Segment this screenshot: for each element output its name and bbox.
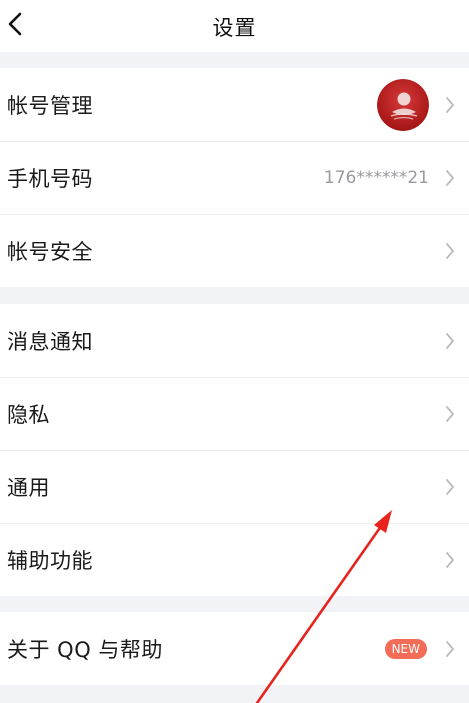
settings-item-privacy[interactable]: 隐私 [0, 377, 469, 450]
settings-item-label: 帐号管理 [7, 93, 93, 118]
settings-item-notifications[interactable]: 消息通知 [0, 304, 469, 377]
settings-item-phone-number[interactable]: 手机号码 176******21 [0, 141, 469, 214]
settings-item-accessibility[interactable]: 辅助功能 [0, 523, 469, 596]
chevron-right-icon [445, 478, 455, 496]
settings-item-about-qq-help[interactable]: 关于 QQ 与帮助 NEW [0, 612, 469, 685]
chevron-right-icon [445, 242, 455, 260]
new-badge: NEW [384, 638, 427, 659]
settings-item-label: 辅助功能 [7, 548, 93, 573]
avatar [377, 78, 429, 131]
chevron-right-icon [445, 332, 455, 350]
chevron-right-icon [445, 96, 455, 114]
settings-item-account-management[interactable]: 帐号管理 [0, 68, 469, 141]
chevron-right-icon [445, 169, 455, 187]
phone-number-value: 176******21 [323, 167, 429, 188]
settings-item-label: 消息通知 [7, 329, 93, 354]
settings-item-label: 关于 QQ 与帮助 [7, 637, 163, 662]
settings-item-label: 隐私 [7, 402, 50, 427]
chevron-right-icon [445, 405, 455, 423]
chevron-right-icon [445, 640, 455, 658]
settings-item-general[interactable]: 通用 [0, 450, 469, 523]
settings-item-label: 帐号安全 [7, 239, 93, 264]
top-bar: 设置 [0, 0, 469, 52]
about-group: 关于 QQ 与帮助 NEW [0, 612, 469, 685]
chevron-right-icon [445, 551, 455, 569]
page-title: 设置 [212, 16, 257, 40]
preferences-group: 消息通知 隐私 通用 辅助功能 [0, 304, 469, 596]
settings-item-label: 通用 [7, 475, 50, 500]
account-group: 帐号管理 手机号码 176******21 帐号安全 [0, 68, 469, 287]
settings-item-account-security[interactable]: 帐号安全 [0, 214, 469, 287]
settings-item-label: 手机号码 [7, 166, 93, 191]
